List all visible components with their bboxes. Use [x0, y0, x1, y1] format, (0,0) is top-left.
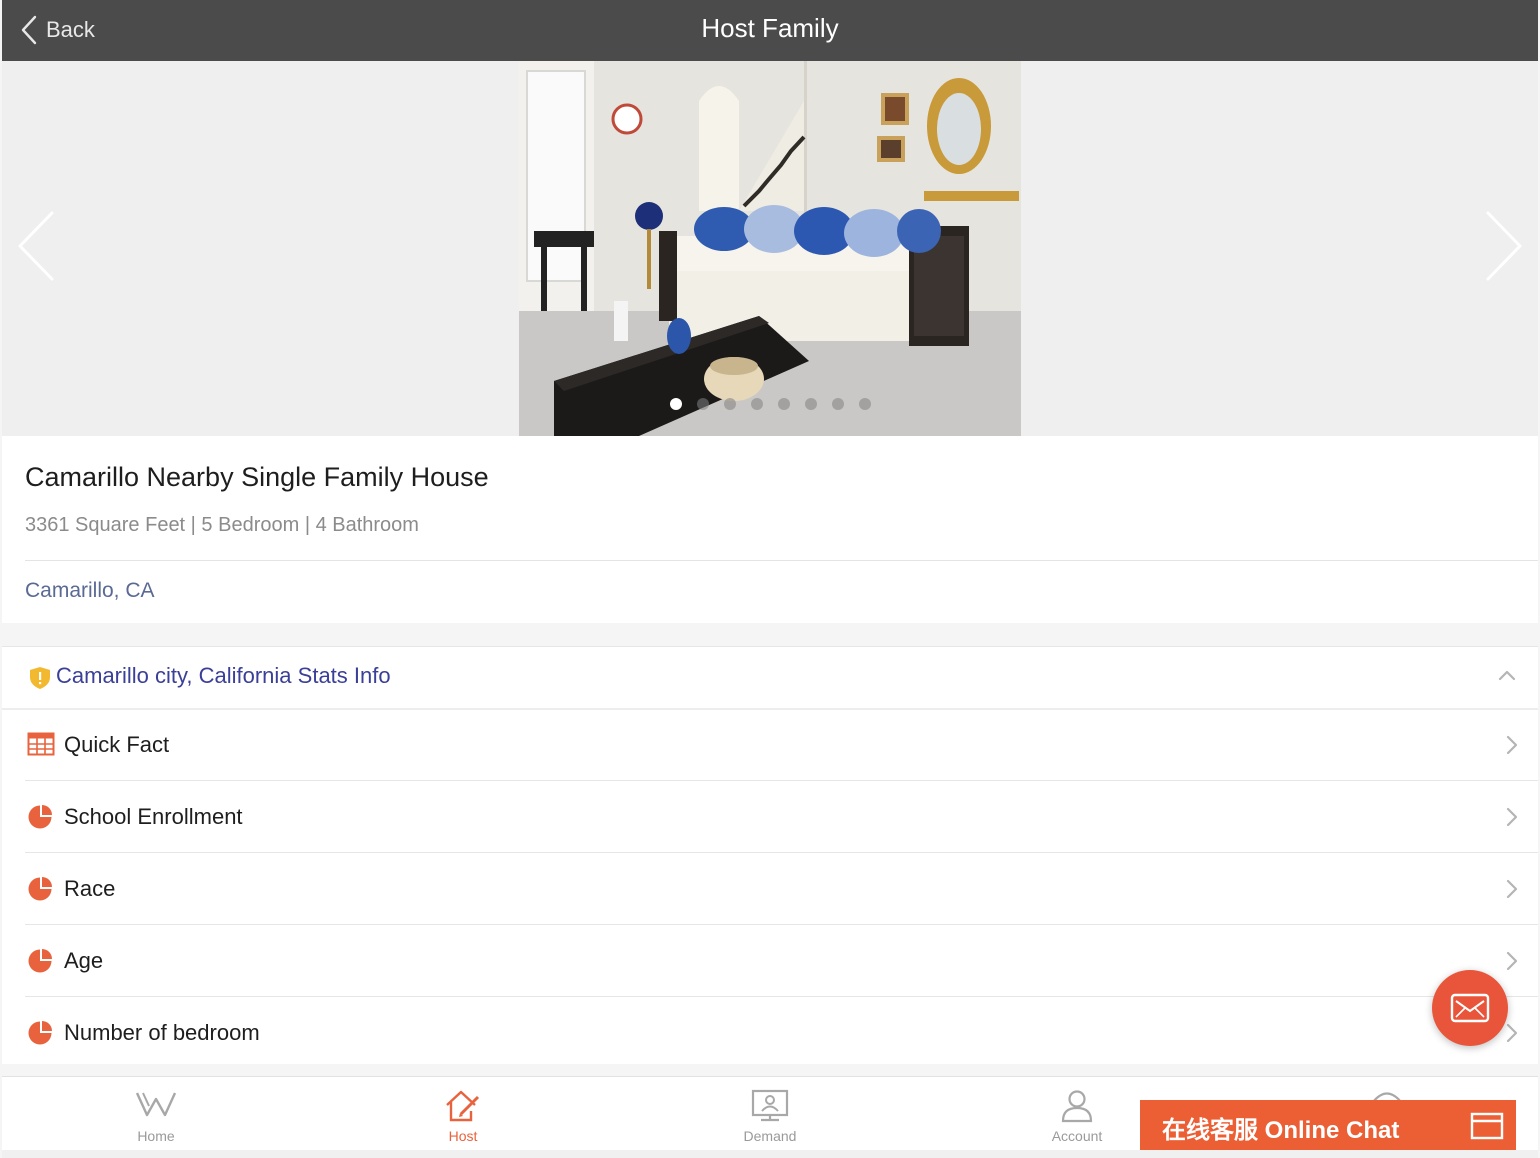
stats-row-label: Quick Fact [64, 732, 170, 757]
carousel-pagination [670, 398, 871, 410]
carousel-dot[interactable] [805, 398, 817, 410]
person-icon [1061, 1090, 1093, 1123]
stats-row-label: School Enrollment [64, 804, 243, 829]
mail-icon [1450, 993, 1490, 1023]
pie-chart-icon [28, 877, 52, 901]
carousel-dot[interactable] [751, 398, 763, 410]
app-frame: Back Host Family Camarillo Nearby Single… [2, 0, 1538, 1158]
stats-header[interactable]: Camarillo city, California Stats Info [2, 647, 1538, 710]
stats-row[interactable]: Race [25, 853, 1538, 925]
w-logo-icon [135, 1092, 177, 1117]
chevron-right-icon [1506, 735, 1518, 755]
chevron-right-icon [1506, 951, 1518, 971]
tab-label: Demand [743, 1128, 797, 1144]
stats-row[interactable]: Number of bedroom [25, 997, 1538, 1068]
tab-label: Host [448, 1128, 478, 1144]
online-chat-button[interactable]: 在线客服 Online Chat [1140, 1100, 1516, 1150]
pie-chart-icon [28, 949, 52, 973]
tab-host[interactable]: Host [383, 1077, 543, 1151]
stats-row-label: Age [64, 948, 104, 973]
stats-row[interactable]: School Enrollment [25, 781, 1538, 853]
monitor-user-icon [751, 1089, 789, 1122]
carousel-dot[interactable] [778, 398, 790, 410]
next-slide-button[interactable] [1484, 211, 1524, 286]
stats-panel: Camarillo city, California Stats Info Qu… [2, 646, 1538, 1064]
shield-icon [30, 667, 50, 689]
tab-demand[interactable]: Demand [690, 1077, 850, 1151]
pie-chart-icon [28, 1021, 52, 1045]
bottom-edge [2, 1150, 1538, 1158]
window-icon [1470, 1112, 1504, 1140]
listing-specs: 3361 Square Feet | 5 Bedroom | 4 Bathroo… [25, 514, 419, 536]
listing-info: Camarillo Nearby Single Family House 336… [2, 436, 1538, 623]
carousel-dot[interactable] [832, 398, 844, 410]
nav-bar: Back Host Family [2, 0, 1538, 61]
carousel-dot[interactable] [724, 398, 736, 410]
chevron-right-icon [1506, 807, 1518, 827]
chevron-right-icon [1486, 211, 1522, 281]
chevron-left-icon [18, 211, 54, 281]
stats-row[interactable]: Age [25, 925, 1538, 997]
listing-title: Camarillo Nearby Single Family House [25, 462, 489, 492]
chevron-right-icon [1506, 1023, 1518, 1043]
page-title: Host Family [701, 13, 839, 43]
prev-slide-button[interactable] [16, 211, 56, 286]
tab-label: Account [1051, 1128, 1103, 1144]
table-icon [27, 732, 55, 756]
carousel-dot[interactable] [697, 398, 709, 410]
message-fab-button[interactable] [1432, 970, 1508, 1046]
carousel-dot[interactable] [670, 398, 682, 410]
stats-row-label: Race [64, 876, 116, 901]
divider [25, 560, 1538, 561]
chevron-up-icon [1498, 670, 1516, 681]
stats-row[interactable]: Quick Fact [25, 709, 1538, 781]
online-chat-label: 在线客服 Online Chat [1162, 1117, 1400, 1144]
house-pen-icon [446, 1090, 480, 1122]
tab-label: Home [137, 1128, 175, 1144]
tab-home[interactable]: Home [76, 1077, 236, 1151]
listing-city-link[interactable]: Camarillo, CA [25, 579, 155, 603]
house-photo [519, 61, 1021, 436]
photo-carousel[interactable] [2, 61, 1538, 436]
stats-row-label: Number of bedroom [64, 1020, 260, 1045]
stats-heading: Camarillo city, California Stats Info [56, 663, 391, 688]
tab-account[interactable]: Account [997, 1077, 1157, 1151]
pie-chart-icon [28, 805, 52, 829]
chevron-right-icon [1506, 879, 1518, 899]
carousel-dot[interactable] [859, 398, 871, 410]
